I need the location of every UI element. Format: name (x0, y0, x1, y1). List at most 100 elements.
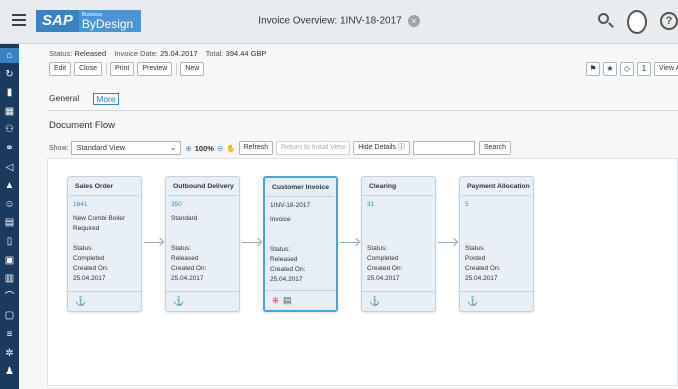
flow-card[interactable]: Outbound Delivery 350 Standard Status: Relea… (165, 176, 240, 312)
show-label: Show: (49, 144, 69, 152)
document-flow-area: Sales Order 1641 New Combi Boiler Required S… (47, 158, 678, 386)
headset-icon[interactable]: ⌒ (0, 290, 19, 305)
home-icon[interactable]: ⌂ (0, 48, 19, 63)
close-button[interactable]: Close (74, 62, 102, 76)
anchor-icon[interactable]: ⚓ (75, 296, 86, 307)
pdf-icon[interactable]: ⎈ (272, 295, 279, 306)
search-button[interactable]: Search (478, 141, 512, 155)
avatar[interactable] (627, 10, 647, 34)
flow-card-status-label: Status: (171, 245, 192, 252)
flow-card-body: 350 Standard Status: Released Created On: 25.… (166, 196, 239, 284)
pan-hand-icon[interactable]: ✋ (226, 144, 235, 153)
money-icon[interactable]: ▣ (0, 253, 19, 268)
zoom-in-icon[interactable]: ⊕ (185, 144, 191, 153)
view-select-value: Standard View (76, 143, 126, 152)
hide-details-button[interactable]: Hide Details ⓘ (353, 141, 410, 155)
flow-card-status-label: Status: (73, 245, 94, 252)
flow-card-doc-id[interactable]: 350 (171, 200, 234, 210)
clipboard-icon[interactable]: ▢ (0, 308, 19, 323)
view-all-button[interactable]: View All (654, 62, 678, 76)
flow-card-description: Invoice (270, 216, 291, 223)
user-icon[interactable]: ♟ (0, 364, 19, 379)
flow-card-status: Completed (73, 255, 105, 262)
edit-button[interactable]: Edit (49, 62, 72, 76)
total-label: Total: (205, 49, 224, 58)
preview-button[interactable]: Preview (137, 62, 173, 76)
flow-card-doc-id[interactable]: 5 (465, 200, 528, 210)
flow-card-doc-id[interactable]: 1641 (73, 200, 136, 210)
counter-badge[interactable]: 1 (637, 62, 651, 76)
zoom-out-icon[interactable]: ⊖ (217, 144, 223, 153)
close-icon[interactable]: × (407, 15, 420, 27)
flow-card-created: 25.04.2017 (73, 275, 106, 282)
flow-card-status-label: Status: (367, 245, 388, 252)
network-icon[interactable]: ⚭ (0, 141, 19, 156)
zoom-level: 100% (194, 143, 214, 153)
flow-card-description: Standard (171, 215, 198, 222)
tag-icon[interactable]: ◇ (620, 62, 634, 76)
refresh-icon[interactable]: ↻ (0, 67, 19, 82)
people-icon[interactable]: ⚇ (0, 122, 19, 137)
flow-card-footer: ⚓ (166, 291, 239, 311)
search-input[interactable] (412, 141, 475, 155)
flag-icon[interactable]: ⚑ (586, 62, 600, 76)
print-button[interactable]: Print (109, 62, 135, 76)
document-icon[interactable]: ▯ (0, 234, 19, 249)
flow-card-footer: ⚓ (362, 291, 435, 311)
ledger-icon[interactable]: ▥ (0, 271, 19, 286)
flow-card-body: 1641 New Combi Boiler Required Status: Compl… (68, 196, 141, 284)
anchor-icon[interactable]: ⚓ (467, 296, 478, 307)
flow-card-status: Completed (367, 255, 399, 262)
bar-chart-icon[interactable]: ▮ (0, 85, 19, 100)
dashboard-icon[interactable]: ▦ (0, 104, 19, 119)
view-select[interactable]: Standard View ⌄ (71, 141, 182, 155)
flow-card-created: 25.04.2017 (171, 275, 204, 282)
flow-card[interactable]: Sales Order 1641 New Combi Boiler Required S… (67, 176, 142, 312)
flow-connector-arrow (340, 242, 358, 243)
list-icon[interactable]: ≡ (0, 327, 19, 342)
flow-card-created-label: Created On: (465, 265, 501, 272)
flow-card-footer: ⚓ (68, 291, 141, 311)
help-icon[interactable]: ? (660, 12, 678, 30)
flow-connector-arrow (144, 242, 162, 243)
flow-card[interactable]: Customer Invoice 1INV-18-2017 Invoice Statu… (263, 176, 338, 312)
flow-card-title: Clearing (364, 177, 433, 196)
megaphone-icon[interactable]: ◁ (0, 160, 19, 175)
refresh-button[interactable]: Refresh (238, 141, 274, 155)
flow-card-title: Outbound Delivery (168, 177, 237, 196)
star-icon[interactable]: ★ (603, 62, 617, 76)
flow-card-footer: ⚓ (460, 291, 533, 311)
gear-people-icon[interactable]: ✲ (0, 346, 19, 361)
flow-card-status-label: Status: (270, 246, 291, 253)
new-button[interactable]: New (180, 62, 205, 76)
tab-general[interactable]: General (49, 93, 79, 105)
chevron-down-icon: ⌄ (169, 143, 177, 152)
total-value: 394.44 GBP (225, 49, 267, 58)
flow-card-description: New Combi Boiler (73, 215, 126, 222)
return-initial-view-button[interactable]: Return to Initial View (276, 141, 351, 155)
building-icon[interactable]: ▲ (0, 178, 19, 193)
toolbar: Edit Close Print Preview New (49, 62, 207, 76)
flow-card[interactable]: Clearing 31 Status: Completed Created On: 25.… (361, 176, 436, 312)
page-title: Invoice Overview: 1INV-18-2017 (258, 15, 402, 27)
tab-more[interactable]: More (93, 93, 119, 105)
search-icon[interactable] (598, 13, 614, 29)
flow-card-doc-id: 1INV-18-2017 (270, 202, 311, 209)
flow-card-created-label: Created On: (270, 266, 306, 273)
anchor-icon[interactable]: ⚓ (173, 296, 184, 307)
flow-card-doc-id[interactable]: 31 (367, 200, 430, 210)
card-icon[interactable]: ▤ (0, 215, 19, 230)
flow-card-created-label: Created On: (73, 265, 109, 272)
flow-card[interactable]: Payment Allocation 5 Status: Posted Created … (459, 176, 534, 312)
person-icon[interactable]: ☺ (0, 197, 19, 212)
print-icon[interactable]: ▤ (283, 295, 292, 306)
status-line: Status: Released Invoice Date: 25.04.201… (49, 49, 273, 58)
flow-card-status: Posted (465, 255, 486, 262)
filter-row: Show: Standard View ⌄ ⊕ 100% ⊖ ✋ Refresh… (49, 141, 514, 155)
anchor-icon[interactable]: ⚓ (369, 296, 380, 307)
